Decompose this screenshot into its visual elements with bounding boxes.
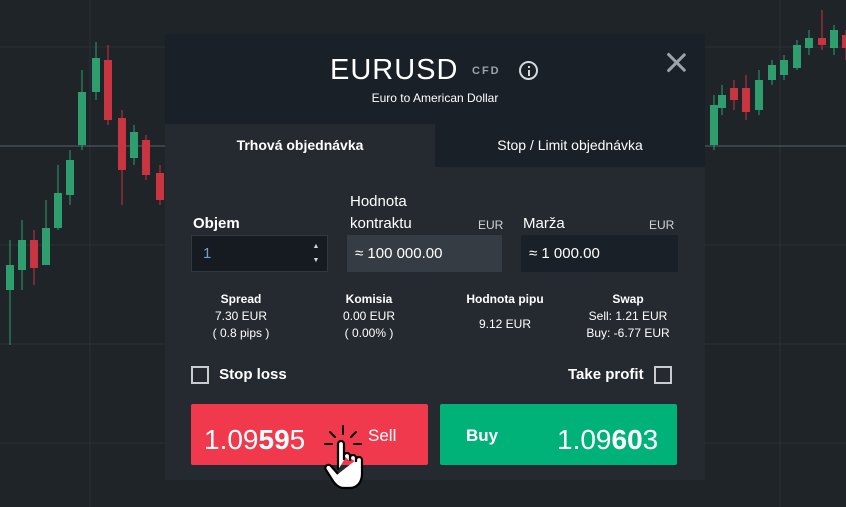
close-icon[interactable] [665, 51, 687, 73]
candle-body [793, 45, 801, 68]
spread-pips: ( 0.8 pips ) [212, 326, 270, 340]
stop-loss-label: Stop loss [219, 366, 287, 383]
pointer-hand-cursor-icon [324, 425, 364, 490]
take-profit-option[interactable]: Take profit [568, 365, 672, 385]
pip-value-value: 9.12 EUR [478, 317, 532, 331]
instrument-symbol: EURUSD [330, 54, 459, 86]
instrument-type-badge: CFD [472, 65, 501, 77]
commission-percent: ( 0.00% ) [344, 326, 394, 340]
buy-price: 1.09603 [557, 424, 659, 455]
candle-body [830, 30, 838, 48]
margin-currency: EUR [649, 218, 675, 232]
candle-body [755, 80, 763, 110]
info-icon[interactable] [519, 61, 538, 80]
take-profit-checkbox[interactable] [653, 366, 672, 385]
spread-value: 7.30 EUR [214, 309, 268, 323]
contract-value-label-line1: Hodnota [350, 193, 407, 210]
spread-stat: Spread 7.30 EUR ( 0.8 pips ) [191, 291, 291, 342]
volume-value: 1 [203, 245, 212, 262]
sell-price: 1.09595 [204, 424, 306, 455]
stop-loss-option[interactable]: Stop loss [191, 365, 287, 385]
swap-stat: Swap Sell: 1.21 EUR Buy: -6.77 EUR [573, 291, 683, 342]
contract-value-currency: EUR [478, 218, 504, 232]
candle-body [780, 60, 788, 75]
candle-body [66, 160, 74, 195]
commission-stat: Komisia 0.00 EUR ( 0.00% ) [319, 291, 419, 342]
stop-loss-checkbox[interactable] [191, 366, 209, 385]
candle-body [730, 88, 738, 100]
dialog-header: EURUSD CFD Euro to American Dollar [165, 34, 705, 124]
candle-body [156, 173, 164, 200]
order-dialog: EURUSD CFD Euro to American Dollar Trhov… [165, 34, 705, 480]
commission-value: 0.00 EUR [342, 309, 396, 323]
swap-buy: Buy: -6.77 EUR [586, 326, 670, 340]
order-type-tabs: Trhová objednávka Stop / Limit objednávk… [165, 124, 705, 167]
sell-button[interactable]: 1.09595 Sell [191, 404, 428, 465]
candle-body [130, 132, 138, 158]
contract-value-field: ≈ 100 000.00 [347, 235, 502, 272]
candle-body [710, 105, 718, 145]
spread-title: Spread [220, 292, 262, 306]
candle-body [805, 38, 813, 48]
candle-body [42, 228, 50, 265]
margin-label: Marža [523, 215, 565, 232]
tab-market-order[interactable]: Trhová objednávka [165, 124, 435, 167]
candle-body [30, 240, 38, 268]
buy-button[interactable]: Buy 1.09603 [440, 404, 677, 465]
candle-body [18, 240, 26, 270]
volume-label: Objem [193, 215, 240, 232]
commission-title: Komisia [345, 292, 393, 306]
volume-input[interactable]: 1 ▲ ▼ [191, 235, 328, 272]
candle-body [6, 265, 14, 290]
sell-label: Sell [368, 426, 397, 445]
tab-stop-limit-order[interactable]: Stop / Limit objednávka [435, 124, 705, 167]
buy-label: Buy [466, 426, 499, 445]
contract-value-label-line2: kontraktu [350, 215, 412, 232]
pip-value-stat: Hodnota pipu 9.12 EUR [445, 291, 565, 333]
decrement-icon[interactable]: ▼ [311, 256, 321, 266]
candle-body [104, 60, 112, 120]
candle-body [742, 88, 750, 112]
instrument-description: Euro to American Dollar [371, 91, 499, 105]
candle-body [718, 95, 726, 108]
candle-body [92, 58, 100, 92]
candle-body [768, 65, 776, 80]
margin-field: ≈ 1 000.00 [521, 235, 678, 272]
candle-body [54, 193, 62, 228]
increment-icon[interactable]: ▲ [311, 242, 321, 252]
candle-body [818, 38, 826, 45]
pip-value-title: Hodnota pipu [466, 292, 544, 306]
candle-body [842, 35, 846, 48]
candle-body [142, 140, 150, 175]
candle-body [118, 118, 126, 170]
swap-sell: Sell: 1.21 EUR [588, 309, 668, 323]
swap-title: Swap [612, 292, 644, 306]
candle-body [78, 92, 86, 145]
take-profit-label: Take profit [568, 366, 644, 383]
